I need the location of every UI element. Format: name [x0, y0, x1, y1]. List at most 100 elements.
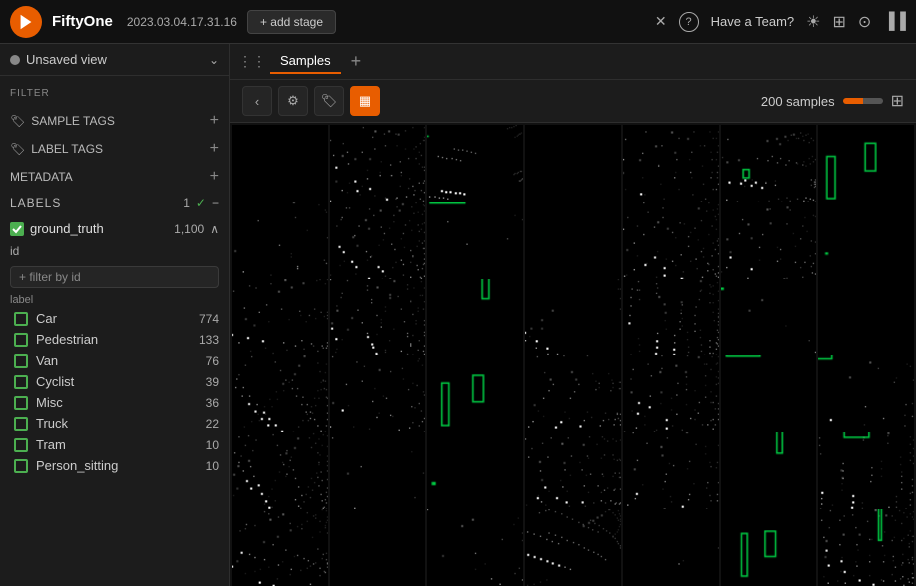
ground-truth-chevron-icon[interactable]: ∧ [210, 222, 219, 236]
label-item-name: Van [36, 353, 58, 368]
labels-count: 1 [183, 196, 190, 210]
metadata-section[interactable]: METADATA + [0, 163, 229, 191]
view-chevron-icon[interactable]: ⌄ [209, 53, 219, 67]
label-item-name: Pedestrian [36, 332, 98, 347]
label-items-list: Car 774 Pedestrian 133 Van 76 Cyclist 39 [0, 308, 229, 476]
label-item[interactable]: Person_sitting 10 [0, 455, 229, 476]
main-layout: Unsaved view ⌄ FILTER 🏷 SAMPLE TAGS + 🏷 … [0, 44, 916, 586]
grid-cell[interactable] [427, 509, 523, 586]
app-name: FiftyOne [52, 13, 113, 30]
tab-add-button[interactable]: + [345, 51, 368, 72]
close-icon[interactable]: ✕ [655, 13, 667, 30]
label-item[interactable]: Tram 10 [0, 434, 229, 455]
label-item[interactable]: Pedestrian 133 [0, 329, 229, 350]
app-logo [10, 6, 42, 38]
sample-size-slider[interactable] [843, 98, 883, 104]
content-area: ⋮⋮ Samples + ‹ ⚙ 🏷 ▦ [230, 44, 916, 586]
labels-title: LABELS [10, 196, 61, 210]
label-item-name: Tram [36, 437, 66, 452]
label-tag-icon: 🏷 [10, 142, 25, 156]
grid-cell[interactable] [721, 509, 817, 586]
label-item-count: 133 [199, 333, 219, 347]
sample-tags-section[interactable]: 🏷 SAMPLE TAGS + [0, 107, 229, 135]
label-item-count: 774 [199, 312, 219, 326]
github-icon[interactable]: ⊙ [858, 12, 871, 32]
tab-samples[interactable]: Samples [270, 49, 341, 74]
label-item-name: Cyclist [36, 374, 74, 389]
chart-icon: ▦ [359, 93, 371, 109]
filter-by-id-button[interactable]: + filter by id [10, 266, 219, 288]
label-item-name: Truck [36, 416, 68, 431]
view-status-dot [10, 55, 20, 65]
tag-button[interactable]: 🏷 [314, 86, 344, 116]
label-item-left: Cyclist [14, 374, 74, 389]
toolbar-right: 200 samples ⊞ [761, 91, 904, 111]
team-link[interactable]: Have a Team? [711, 14, 795, 29]
menu-icon[interactable]: ▐▐ [883, 13, 906, 31]
view-selector[interactable]: Unsaved view ⌄ [0, 44, 229, 76]
sun-icon[interactable]: ☀ [806, 12, 820, 32]
add-stage-button[interactable]: + add stage [247, 10, 336, 34]
slider-track [843, 98, 883, 104]
settings-button[interactable]: ⚙ [278, 86, 308, 116]
labels-check-icon: ✓ [196, 196, 206, 210]
label-item[interactable]: Car 774 [0, 308, 229, 329]
chart-button[interactable]: ▦ [350, 86, 380, 116]
grid-icon[interactable]: ⊞ [833, 12, 846, 32]
label-item-count: 36 [206, 396, 219, 410]
tabs-dots-icon: ⋮⋮ [238, 53, 266, 70]
label-item-left: Person_sitting [14, 458, 118, 473]
ground-truth-name: ground_truth [30, 221, 104, 236]
label-tags-add-icon[interactable]: + [210, 140, 219, 158]
grid-cell[interactable] [232, 509, 328, 586]
label-item[interactable]: Cyclist 39 [0, 371, 229, 392]
label-item-count: 39 [206, 375, 219, 389]
label-item-checkbox[interactable] [14, 396, 28, 410]
label-item-left: Misc [14, 395, 63, 410]
label-item-name: Misc [36, 395, 63, 410]
label-item-checkbox[interactable] [14, 459, 28, 473]
label-item[interactable]: Van 76 [0, 350, 229, 371]
label-item-checkbox[interactable] [14, 312, 28, 326]
tag-toolbar-icon: 🏷 [321, 93, 338, 109]
grid-cell[interactable] [330, 509, 426, 586]
grid-cell[interactable] [525, 509, 621, 586]
grid-cell[interactable] [623, 509, 719, 586]
labels-header: LABELS 1 ✓ − [0, 191, 229, 215]
labels-minus-icon[interactable]: − [212, 196, 219, 210]
sample-tags-title: 🏷 SAMPLE TAGS [10, 114, 115, 128]
tabs-bar: ⋮⋮ Samples + [230, 44, 916, 80]
sample-count: 200 samples [761, 94, 835, 109]
grid-toggle-button[interactable]: ⊞ [891, 91, 904, 111]
ground-truth-group: ground_truth 1,100 ∧ id + filter by id l… [0, 215, 229, 478]
metadata-title: METADATA [10, 170, 73, 184]
ground-truth-checkbox[interactable] [10, 222, 24, 236]
label-item[interactable]: Misc 36 [0, 392, 229, 413]
label-item-checkbox[interactable] [14, 333, 28, 347]
ground-truth-left: ground_truth [10, 221, 104, 236]
label-item-count: 10 [206, 459, 219, 473]
label-item-left: Car [14, 311, 57, 326]
topbar: FiftyOne 2023.03.04.17.31.16 + add stage… [0, 0, 916, 44]
back-icon: ‹ [255, 94, 259, 109]
toolbar-left: ‹ ⚙ 🏷 ▦ [242, 86, 380, 116]
label-item-left: Pedestrian [14, 332, 98, 347]
label-item-checkbox[interactable] [14, 375, 28, 389]
filter-section: FILTER [0, 76, 229, 107]
label-item-count: 10 [206, 438, 219, 452]
label-item-checkbox[interactable] [14, 417, 28, 431]
metadata-add-icon[interactable]: + [210, 168, 219, 186]
label-item-checkbox[interactable] [14, 438, 28, 452]
tag-icon: 🏷 [10, 114, 25, 128]
session-id: 2023.03.04.17.31.16 [127, 15, 237, 29]
sample-tags-add-icon[interactable]: + [210, 112, 219, 130]
back-button[interactable]: ‹ [242, 86, 272, 116]
label-item-checkbox[interactable] [14, 354, 28, 368]
label-item-left: Tram [14, 437, 66, 452]
label-tags-title: 🏷 LABEL TAGS [10, 142, 103, 156]
ground-truth-header[interactable]: ground_truth 1,100 ∧ [0, 217, 229, 240]
grid-cell[interactable] [818, 509, 914, 586]
label-tags-section[interactable]: 🏷 LABEL TAGS + [0, 135, 229, 163]
help-button[interactable]: ? [679, 12, 699, 32]
label-item[interactable]: Truck 22 [0, 413, 229, 434]
